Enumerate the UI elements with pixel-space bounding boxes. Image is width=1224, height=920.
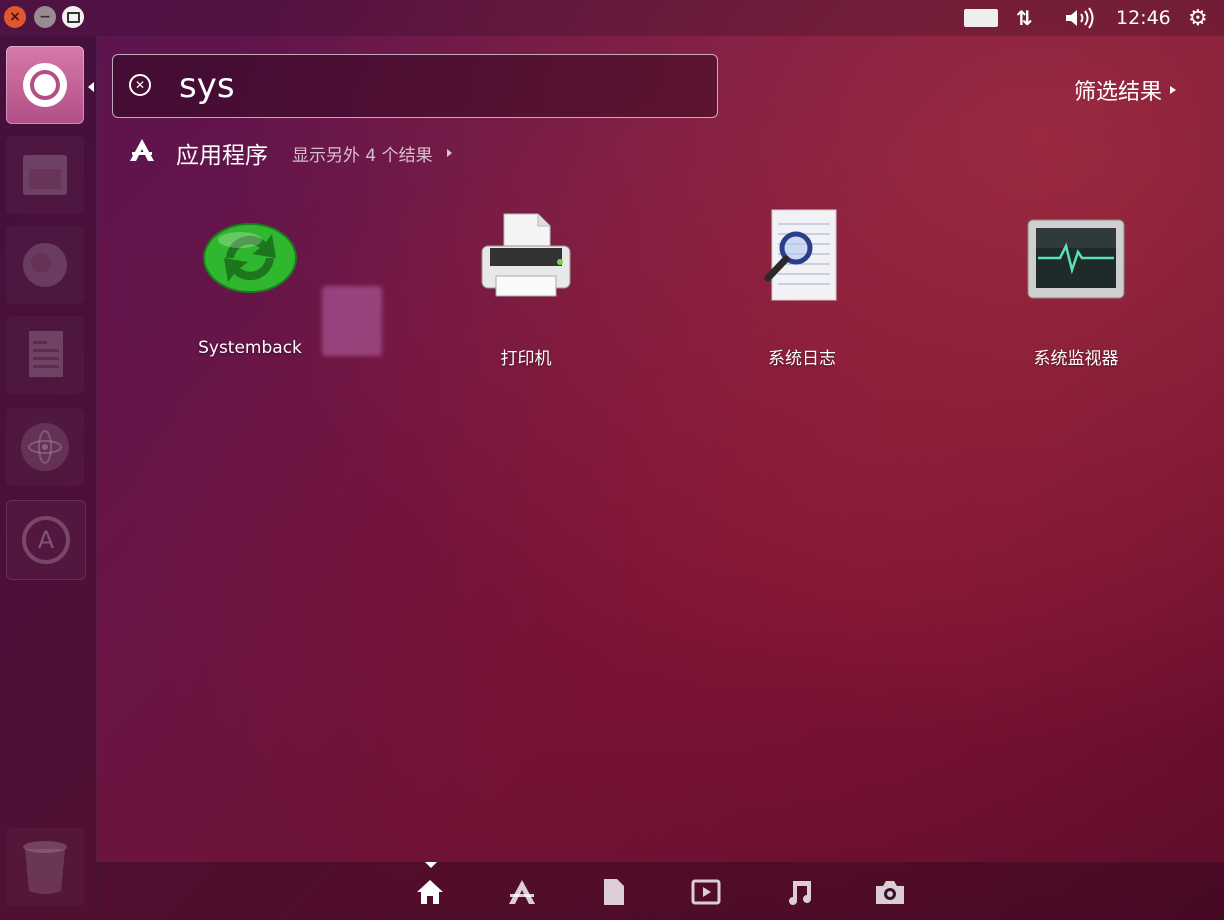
system-monitor-icon <box>1026 206 1126 306</box>
atom-launcher-icon[interactable] <box>6 408 84 486</box>
app-label: 系统监视器 <box>1033 349 1119 369</box>
app-label: 系统日志 <box>768 349 836 369</box>
app-label: Systemback <box>198 338 302 358</box>
keyboard-indicator-icon[interactable] <box>964 6 998 30</box>
applications-category-icon <box>128 138 156 168</box>
top-panel: × − ⇅ 12:46 ⚙ <box>0 0 1224 36</box>
clear-search-icon[interactable]: ✕ <box>129 74 151 96</box>
ubuntu-logo-icon <box>23 63 67 107</box>
triangle-right-icon <box>1170 86 1177 94</box>
filter-results-button[interactable]: 筛选结果 <box>1074 74 1177 106</box>
printer-icon <box>476 206 576 306</box>
app-tile-systemback[interactable]: Systemback <box>150 206 350 376</box>
app-tile-system-log[interactable]: 系统日志 <box>702 206 902 376</box>
launcher: A <box>0 36 97 920</box>
active-lens-indicator <box>425 862 437 868</box>
writer-launcher-icon[interactable] <box>6 316 84 394</box>
svg-text:A: A <box>38 526 55 554</box>
home-lens-icon[interactable] <box>414 876 446 908</box>
trash-launcher-icon[interactable] <box>6 828 84 906</box>
minimize-icon[interactable]: − <box>34 6 56 28</box>
music-lens-icon[interactable] <box>782 876 814 908</box>
session-gear-icon[interactable]: ⚙ <box>1188 6 1208 31</box>
network-icon[interactable]: ⇅ <box>1016 6 1033 30</box>
clock[interactable]: 12:46 <box>1116 6 1171 30</box>
software-updater-launcher-icon[interactable]: A <box>6 500 86 580</box>
dash-home-button[interactable] <box>6 46 84 124</box>
show-more-results-link[interactable]: 显示另外 4 个结果 <box>292 141 433 166</box>
applications-lens-icon[interactable] <box>506 876 538 908</box>
app-label: 打印机 <box>500 349 552 369</box>
search-box[interactable]: ✕ <box>112 54 718 118</box>
system-log-icon <box>752 206 852 306</box>
lens-bar <box>96 862 1224 920</box>
filter-results-label: 筛选结果 <box>1074 80 1163 105</box>
maximize-icon[interactable] <box>62 6 84 28</box>
close-icon[interactable]: × <box>4 6 26 28</box>
app-tile-system-monitor[interactable]: 系统监视器 <box>976 206 1176 376</box>
volume-icon[interactable] <box>1064 6 1096 30</box>
files-launcher-icon[interactable] <box>6 136 84 214</box>
photos-lens-icon[interactable] <box>874 876 906 908</box>
category-title: 应用程序 <box>176 143 268 169</box>
app-tile-printer[interactable]: 打印机 <box>426 206 626 376</box>
search-input[interactable] <box>177 61 701 111</box>
triangle-right-icon <box>446 149 452 157</box>
video-lens-icon[interactable] <box>690 876 722 908</box>
firefox-launcher-icon[interactable] <box>6 226 84 304</box>
systemback-icon <box>200 206 300 306</box>
applications-category-header: 应用程序 显示另外 4 个结果 <box>128 138 452 169</box>
launcher-active-pointer <box>88 82 94 92</box>
files-lens-icon[interactable] <box>598 876 630 908</box>
